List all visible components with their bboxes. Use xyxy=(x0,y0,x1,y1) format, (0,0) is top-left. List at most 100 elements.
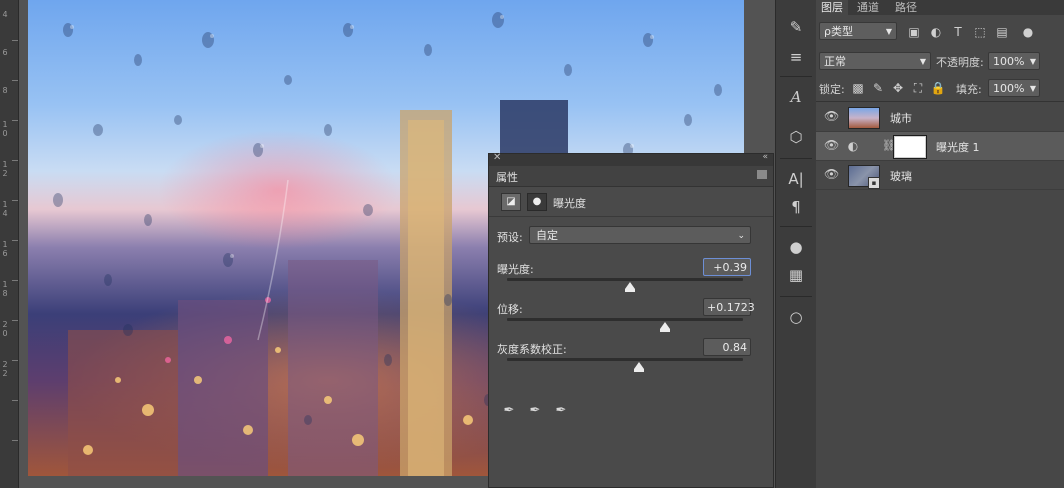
properties-panel: ✕ « 属性 ◪ ● 曝光度 预设: 自定 ⌄ 曝光度: +0.39 位移: +… xyxy=(488,152,774,488)
ruler-tick xyxy=(12,160,18,161)
mask-icon[interactable]: ● xyxy=(527,193,547,211)
black-point-eyedropper-icon[interactable]: ✒ xyxy=(501,403,517,419)
layers-panel: 图层 通道 路径 ρ类型 ▼ ▣ ◐ T ⬚ ▤ ● 正常 ▼ 不透明度: 10… xyxy=(816,0,1064,488)
ruler-tick xyxy=(12,440,18,441)
shape-filter-icon[interactable]: ⬚ xyxy=(972,25,988,39)
chevron-down-icon: ▼ xyxy=(919,57,926,66)
layer-name: 曝光度 1 xyxy=(936,141,980,154)
panel-titlebar[interactable]: ✕ « xyxy=(489,152,773,166)
visibility-eye-icon[interactable]: 👁 xyxy=(824,138,839,152)
ruler-label: 4 xyxy=(2,10,8,19)
ruler-label: 6 xyxy=(2,48,8,57)
divider xyxy=(780,226,812,227)
opacity-value: 100% xyxy=(993,55,1025,68)
divider xyxy=(489,216,773,217)
lock-transparent-icon[interactable]: ▩ xyxy=(850,81,866,95)
character-icon[interactable]: A| xyxy=(783,168,809,190)
divider xyxy=(780,158,812,159)
exposure-input[interactable]: +0.39 xyxy=(703,258,751,276)
palette-icon[interactable]: ● xyxy=(783,236,809,258)
ruler-label: 2 2 xyxy=(2,360,8,378)
ruler-tick xyxy=(12,320,18,321)
gamma-slider-thumb[interactable] xyxy=(634,362,645,372)
gamma-input[interactable]: 0.84 xyxy=(703,338,751,356)
paragraph-icon[interactable]: ¶ xyxy=(783,196,809,218)
ruler-label: 8 xyxy=(2,86,8,95)
collapse-icon[interactable]: « xyxy=(762,152,768,162)
tab-layers[interactable]: 图层 xyxy=(816,0,848,15)
fill-label: 填充: xyxy=(956,83,982,96)
offset-input[interactable]: +0.1723 xyxy=(703,298,755,316)
opacity-input[interactable]: 100% ▼ xyxy=(988,52,1040,70)
ruler-label: 1 2 xyxy=(2,160,8,178)
type-filter-icon[interactable]: T xyxy=(950,25,966,39)
layer-name: 玻璃 xyxy=(890,170,912,183)
exposure-slider-thumb[interactable] xyxy=(624,282,635,292)
white-point-eyedropper-icon[interactable]: ✒ xyxy=(553,403,569,419)
tab-channels[interactable]: 通道 xyxy=(852,0,884,15)
pixel-filter-icon[interactable]: ▣ xyxy=(906,25,922,39)
offset-slider-track[interactable] xyxy=(507,318,743,321)
close-icon[interactable]: ✕ xyxy=(493,152,501,163)
ruler-tick xyxy=(12,360,18,361)
preset-value: 自定 xyxy=(536,229,558,242)
ruler-label: 1 6 xyxy=(2,240,8,258)
ruler-tick xyxy=(12,240,18,241)
lock-label: 锁定: xyxy=(819,83,845,96)
layer-row[interactable]: 👁 ▪ 玻璃 xyxy=(816,161,1064,190)
divider xyxy=(816,101,1064,102)
chevron-down-icon: ▼ xyxy=(1029,84,1036,93)
lock-move-icon[interactable]: ✥ xyxy=(890,81,906,95)
bulb-icon[interactable]: ○ xyxy=(783,306,809,328)
lock-all-icon[interactable]: 🔒 xyxy=(930,81,946,95)
lock-paint-icon[interactable]: ✎ xyxy=(870,81,886,95)
gamma-slider-track[interactable] xyxy=(507,358,743,361)
layer-name: 城市 xyxy=(890,112,912,125)
tab-paths[interactable]: 路径 xyxy=(890,0,922,15)
ruler-label: 1 4 xyxy=(2,200,8,218)
preset-select[interactable]: 自定 ⌄ xyxy=(529,226,751,244)
layer-filter-select[interactable]: ρ类型 ▼ xyxy=(819,22,897,40)
filter-label: ρ类型 xyxy=(824,25,853,38)
lock-artboard-icon[interactable]: ⛶ xyxy=(910,81,926,95)
layer-row[interactable]: 👁 城市 xyxy=(816,103,1064,132)
type-a-icon[interactable]: A xyxy=(783,86,809,108)
offset-slider-thumb[interactable] xyxy=(660,322,671,332)
ruler-tick xyxy=(12,400,18,401)
filter-toggle-icon[interactable]: ● xyxy=(1020,25,1036,39)
vertical-ruler[interactable]: 4 6 8 1 0 1 2 1 4 1 6 1 8 2 0 2 2 xyxy=(0,0,19,488)
chevron-down-icon: ▼ xyxy=(1029,57,1036,66)
chevron-down-icon: ⌄ xyxy=(737,231,745,241)
panel-title: 属性 xyxy=(496,171,518,184)
3d-cube-icon[interactable]: ⬡ xyxy=(783,126,809,148)
opacity-label: 不透明度: xyxy=(936,56,984,69)
blend-mode-value: 正常 xyxy=(824,55,846,68)
layer-row-selected[interactable]: 👁 ◐ ⛓ 曝光度 1 xyxy=(816,132,1064,161)
exposure-slider-track[interactable] xyxy=(507,278,743,281)
divider xyxy=(780,296,812,297)
exposure-label: 曝光度: xyxy=(497,263,534,276)
ruler-tick xyxy=(12,280,18,281)
gamma-label: 灰度系数校正: xyxy=(497,343,567,356)
adjust-sliders-icon[interactable]: ≡ xyxy=(783,46,809,68)
adjustment-layer-icon: ◐ xyxy=(847,139,859,153)
gray-point-eyedropper-icon[interactable]: ✒ xyxy=(527,403,543,419)
brush-settings-icon[interactable]: ✎ xyxy=(783,16,809,38)
visibility-eye-icon[interactable]: 👁 xyxy=(824,167,839,181)
adjustment-name: 曝光度 xyxy=(553,197,586,210)
offset-label: 位移: xyxy=(497,303,523,316)
grid-icon[interactable]: ▦ xyxy=(783,264,809,286)
exposure-adjustment-icon[interactable]: ◪ xyxy=(501,193,521,211)
fill-input[interactable]: 100% ▼ xyxy=(988,79,1040,97)
smart-object-filter-icon[interactable]: ▤ xyxy=(994,25,1010,39)
layer-mask-thumbnail[interactable] xyxy=(893,135,927,159)
ruler-tick xyxy=(12,120,18,121)
fill-value: 100% xyxy=(993,82,1025,95)
blend-mode-select[interactable]: 正常 ▼ xyxy=(819,52,931,70)
visibility-eye-icon[interactable]: 👁 xyxy=(824,109,839,123)
layers-tabbar: 图层 通道 路径 xyxy=(816,0,1064,15)
panel-menu-icon[interactable] xyxy=(757,170,767,179)
preset-label: 预设: xyxy=(497,231,523,244)
adjustment-filter-icon[interactable]: ◐ xyxy=(928,25,944,39)
smart-object-badge-icon: ▪ xyxy=(868,177,880,189)
